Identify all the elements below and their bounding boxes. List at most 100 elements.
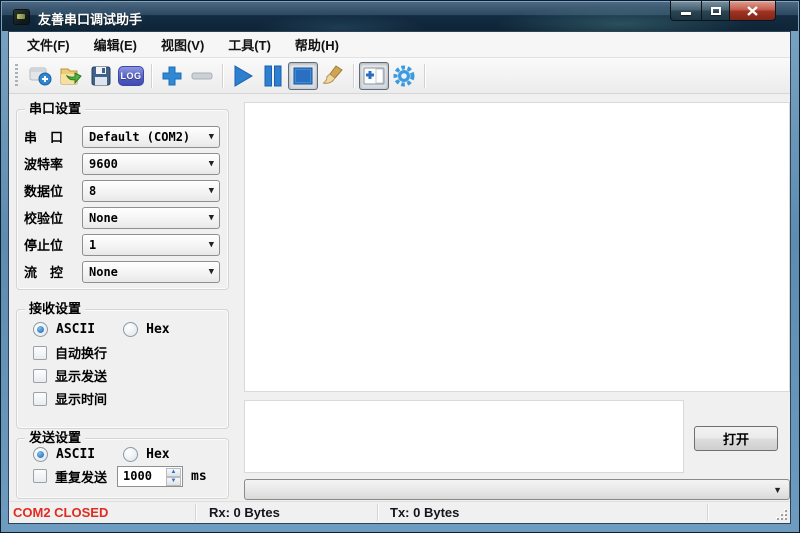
remove-icon (191, 72, 213, 80)
close-button[interactable] (730, 1, 776, 21)
show-time-checkbox[interactable] (33, 392, 47, 406)
brush-icon (322, 65, 344, 87)
send-ascii-radio[interactable] (33, 447, 48, 462)
stop-button[interactable] (288, 62, 318, 90)
maximize-button[interactable] (701, 1, 730, 21)
menu-bar: 文件(F) 编辑(E) 视图(V) 工具(T) 帮助(H) (9, 32, 790, 58)
stopbits-label: 停止位 (24, 235, 82, 254)
spin-up-icon[interactable]: ▲ (166, 468, 181, 477)
open-port-button[interactable]: 打开 (694, 426, 778, 451)
receive-ascii-radio[interactable] (33, 322, 48, 337)
autowrap-label: 自动换行 (55, 343, 107, 362)
databits-select[interactable]: 8▼ (82, 180, 220, 202)
send-settings-group: 发送设置 ASCII Hex 重复发送 ▲ ▼ (16, 438, 229, 499)
stopbits-select[interactable]: 1▼ (82, 234, 220, 256)
receive-settings-title: 接收设置 (25, 301, 85, 317)
save-button[interactable] (86, 62, 116, 90)
repeat-send-checkbox[interactable] (33, 469, 47, 483)
tx-counter: Tx: 0 Bytes (390, 505, 459, 520)
chevron-down-icon: ▼ (209, 133, 214, 142)
baudrate-label: 波特率 (24, 154, 82, 173)
send-area[interactable] (244, 400, 684, 473)
chevron-down-icon: ▼ (209, 214, 214, 223)
spin-down-icon[interactable]: ▼ (166, 477, 181, 486)
port-select[interactable]: Default (COM2) ▼ (82, 126, 220, 148)
resize-grip[interactable] (777, 510, 787, 520)
menu-help[interactable]: 帮助(H) (283, 31, 351, 58)
log-button[interactable]: LOG (116, 62, 146, 90)
new-window-button[interactable] (359, 62, 389, 90)
add-button[interactable] (157, 62, 187, 90)
menu-file[interactable]: 文件(F) (15, 31, 82, 58)
toolbar-separator (424, 64, 425, 88)
show-send-label: 显示发送 (55, 366, 107, 385)
interval-spinner: ▲ ▼ (117, 466, 183, 487)
show-send-checkbox[interactable] (33, 369, 47, 383)
new-session-button[interactable] (26, 62, 56, 90)
repeat-send-label: 重复发送 (55, 467, 107, 486)
autowrap-checkbox[interactable] (33, 346, 47, 360)
status-separator (195, 504, 196, 521)
serial-settings-title: 串口设置 (25, 101, 85, 117)
clear-button[interactable] (318, 62, 348, 90)
baudrate-value: 9600 (89, 157, 118, 171)
menu-edit[interactable]: 编辑(E) (82, 31, 149, 58)
remove-button[interactable] (187, 62, 217, 90)
play-icon (233, 65, 253, 87)
main-content: 串口设置 串 口 Default (COM2) ▼ 波特率 9600 ▼ 数据位 8… (9, 94, 790, 501)
parity-label: 校验位 (24, 208, 82, 227)
pause-icon (263, 65, 283, 87)
rx-counter: Rx: 0 Bytes (209, 505, 280, 520)
toolbar-separator (151, 64, 152, 88)
minimize-button[interactable] (670, 1, 701, 21)
parity-select[interactable]: None ▼ (82, 207, 220, 229)
window-controls (670, 1, 776, 21)
baudrate-row: 波特率 9600 ▼ (17, 150, 228, 177)
settings-button[interactable] (389, 62, 419, 90)
menu-tools[interactable]: 工具(T) (216, 31, 283, 58)
flowcontrol-value: None (89, 265, 118, 279)
chevron-down-icon: ▼ (209, 160, 214, 169)
receive-area[interactable] (244, 102, 790, 392)
parity-row: 校验位 None ▼ (17, 204, 228, 231)
start-button[interactable] (228, 62, 258, 90)
receive-ascii-label: ASCII (56, 322, 95, 337)
port-label: 串 口 (24, 127, 82, 146)
flowcontrol-row: 流 控 None▼ (17, 258, 228, 285)
status-separator (377, 504, 378, 521)
receive-settings-group: 接收设置 ASCII Hex 自动换行 显示发送 显示时间 (16, 309, 229, 429)
flowcontrol-select[interactable]: None ▼ (82, 261, 220, 283)
receive-hex-label: Hex (146, 322, 169, 337)
databits-label: 数据位 (24, 181, 82, 200)
toolbar-gripper[interactable] (15, 64, 18, 88)
receive-hex-radio[interactable] (123, 322, 138, 337)
send-settings-title: 发送设置 (25, 430, 85, 446)
pause-button[interactable] (258, 62, 288, 90)
chevron-down-icon: ▼ (209, 268, 214, 277)
maximize-icon (711, 7, 721, 15)
new-window-icon (363, 67, 385, 85)
interval-input[interactable] (118, 469, 162, 483)
chevron-down-icon: ▼ (209, 187, 214, 196)
toolbar-separator (353, 64, 354, 88)
send-ascii-label: ASCII (56, 447, 95, 462)
open-button[interactable] (56, 62, 86, 90)
gear-icon (392, 64, 416, 88)
send-hex-radio[interactable] (123, 447, 138, 462)
app-icon (13, 9, 30, 25)
send-history-combo[interactable]: ▼ (244, 479, 790, 500)
interval-unit-label: ms (191, 469, 207, 484)
databits-row: 数据位 8▼ (17, 177, 228, 204)
new-session-icon (29, 66, 53, 86)
port-value: Default (COM2) (89, 130, 190, 144)
menu-view[interactable]: 视图(V) (149, 31, 216, 58)
baudrate-select[interactable]: 9600 ▼ (82, 153, 220, 175)
parity-value: None (89, 211, 118, 225)
status-separator (707, 504, 708, 521)
open-folder-icon (59, 66, 83, 86)
status-bar: COM2 CLOSED Rx: 0 Bytes Tx: 0 Bytes (9, 501, 790, 523)
log-icon: LOG (118, 66, 144, 86)
toolbar-separator (222, 64, 223, 88)
window-frame: 友善串口调试助手 文件(F) 编辑(E) 视图(V) 工具(T) 帮助(H) (0, 0, 800, 533)
minimize-icon (681, 12, 691, 15)
